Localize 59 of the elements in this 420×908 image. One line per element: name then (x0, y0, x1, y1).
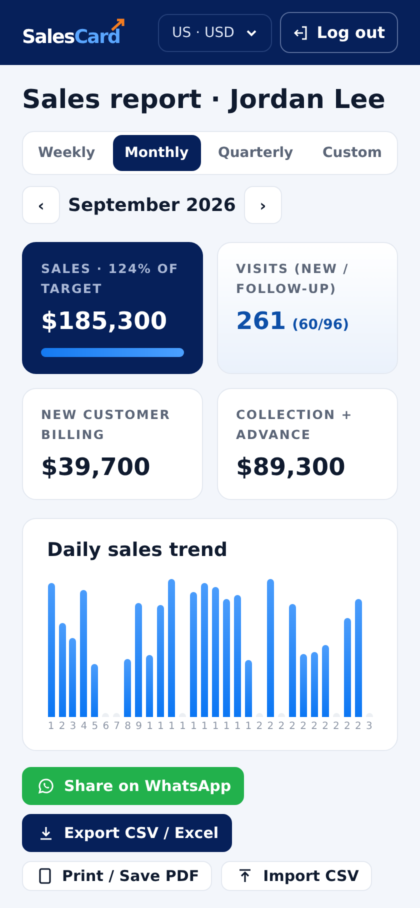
region-select[interactable]: US · USD (158, 14, 272, 52)
day-label: 2 (354, 721, 362, 732)
stat-value: $39,700 (41, 453, 152, 481)
logout-button[interactable]: Log out (280, 12, 398, 53)
day-label: 1 (244, 721, 253, 732)
day-label: 8 (124, 721, 132, 732)
next-month-button[interactable]: › (244, 186, 282, 224)
import-button[interactable]: Import CSV (221, 861, 372, 891)
whatsapp-icon (38, 778, 54, 794)
day-label: 1 (200, 721, 209, 732)
day-label: 2 (310, 721, 318, 732)
stat-label: VISITS (NEW / FOLLOW-UP) (236, 260, 350, 298)
day-label: 1 (47, 721, 56, 732)
stat-label: NEW CUSTOMER BILLING (41, 406, 172, 444)
day-label: 2 (288, 721, 296, 732)
day-label: 2 (277, 721, 286, 732)
day-label: 2 (255, 721, 264, 732)
day-label: 2 (321, 721, 330, 732)
salescard-logo: SalesCard (22, 18, 126, 48)
stat-value: 261 (60/96) (236, 307, 350, 335)
document-icon (38, 868, 52, 884)
page-title: Sales report · Jordan Lee (22, 85, 386, 115)
day-label: 3 (365, 721, 374, 732)
day-label: 2 (332, 721, 340, 732)
period-tab[interactable]: Quarterly (206, 135, 306, 171)
day-label: 1 (212, 721, 220, 732)
day-label: 2 (343, 721, 352, 732)
export-button[interactable]: Export CSV / Excel (22, 814, 232, 852)
month-label: September 2026 (68, 194, 236, 216)
day-label: 4 (80, 721, 88, 732)
stat-label: COLLECTION + ADVANCE (236, 406, 354, 444)
day-label: 5 (90, 721, 99, 732)
stat-value: $185,300 (41, 307, 168, 335)
day-label: 1 (156, 721, 165, 732)
print-button[interactable]: Print / Save PDF (22, 861, 212, 891)
day-label: 1 (190, 721, 198, 732)
day-label: 9 (134, 721, 143, 732)
day-label: 1 (178, 721, 187, 732)
day-label: 1 (233, 721, 242, 732)
day-label: 1 (222, 721, 231, 732)
day-label: 2 (299, 721, 308, 732)
day-label: 2 (266, 721, 274, 732)
period-tab[interactable]: Custom (310, 135, 394, 171)
download-icon (38, 825, 54, 841)
chevron-down-icon (246, 28, 258, 36)
period-tab[interactable]: Monthly (112, 135, 201, 171)
day-label: 6 (102, 721, 110, 732)
upload-icon (237, 868, 254, 884)
logout-icon (292, 24, 309, 40)
day-label: 7 (112, 721, 121, 732)
stat-value: $89,300 (236, 453, 346, 481)
day-label: 2 (58, 721, 66, 732)
stat-label: SALES · 124% OF TARGET (41, 260, 180, 298)
day-label: 1 (168, 721, 176, 732)
day-label: 1 (146, 721, 154, 732)
previous-month-button[interactable]: ‹ (22, 186, 60, 224)
chart-title: Daily sales trend (47, 539, 229, 561)
period-tab[interactable]: Weekly (26, 135, 108, 171)
day-label: 3 (68, 721, 78, 732)
